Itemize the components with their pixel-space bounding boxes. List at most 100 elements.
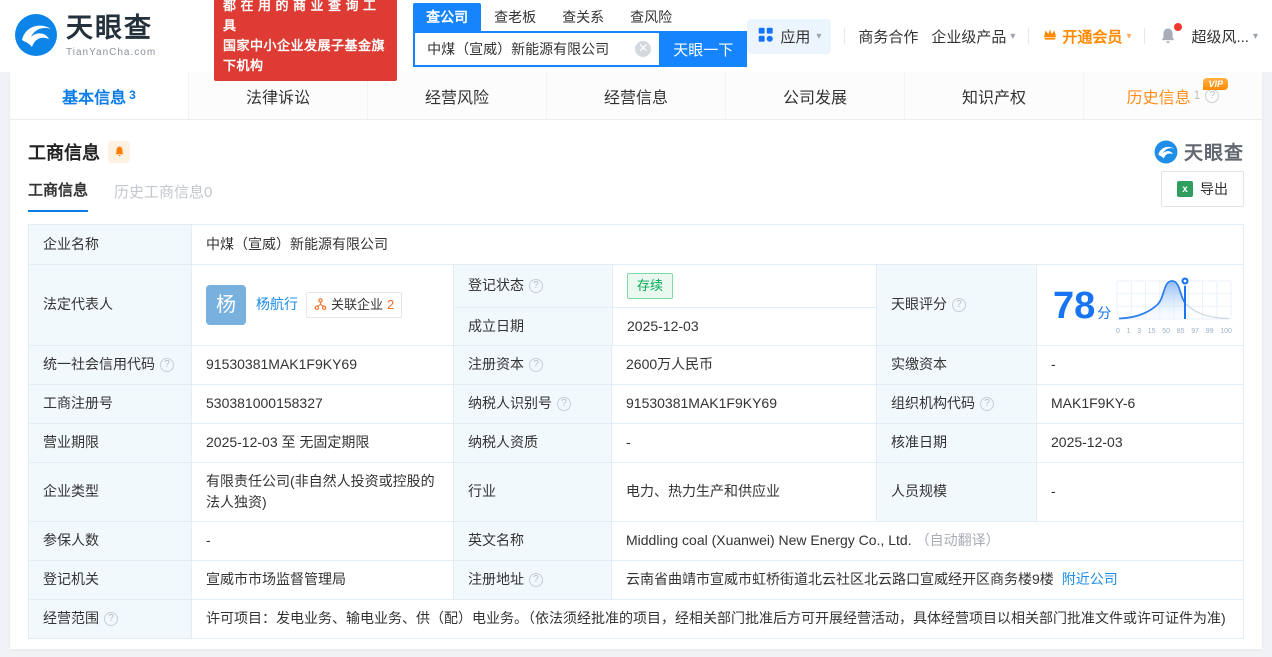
table-row: 经营范围? 许可项目：发电业务、输电业务、供（配）电业务。（依法须经批准的项目，… <box>29 598 1243 638</box>
staff-size-value: - <box>1036 462 1243 521</box>
credit-code-value: 91530381MAK1F9KY69 <box>191 345 453 384</box>
field-label: 登记状态 ? <box>454 265 612 307</box>
search-tab-company[interactable]: 查公司 <box>413 3 482 31</box>
field-label: 营业期限 <box>29 423 191 462</box>
menu-enterprise-products[interactable]: 企业级产品 ▾ <box>931 26 1015 47</box>
business-scope-value: 许可项目：发电业务、输电业务、供（配）电业务。（依法须经批准的项目，经相关部门批… <box>191 599 1243 638</box>
taxpayer-no-value: 91530381MAK1F9KY69 <box>611 384 876 423</box>
tab-history-info[interactable]: VIP 历史信息 1 ? <box>1083 72 1262 119</box>
score-cell[interactable]: 78 分 0 1 3 15 50 85 97 99 100 <box>1036 265 1243 345</box>
help-icon[interactable]: ? <box>980 396 994 411</box>
help-icon[interactable]: ? <box>952 297 966 312</box>
field-label: 统一社会信用代码? <box>29 345 191 384</box>
notification-dot <box>1174 23 1183 31</box>
search-button[interactable]: 天眼一下 <box>659 31 748 67</box>
table-row: 企业类型 有限责任公司(非自然人投资或控股的法人独资) 行业 电力、热力生产和供… <box>29 461 1243 521</box>
field-label: 经营范围? <box>29 599 191 638</box>
english-name-value: Middling coal (Xuanwei) New Energy Co., … <box>626 532 912 548</box>
field-label: 法定代表人 <box>29 265 191 345</box>
score-unit: 分 <box>1097 304 1112 321</box>
export-button[interactable]: 导出 <box>1161 171 1244 207</box>
related-companies-badge[interactable]: 关联企业 2 <box>306 292 403 318</box>
brand-domain: TianYanCha.com <box>66 46 157 58</box>
reg-status-cell: 存续 <box>612 265 876 307</box>
field-label: 登记机关 <box>29 560 191 599</box>
notification-bell-icon[interactable] <box>1158 23 1183 46</box>
apps-menu-label: 应用 <box>780 28 811 46</box>
tab-basic-label: 基本信息 <box>62 89 127 107</box>
watermark-text: 天眼查 <box>1183 143 1244 164</box>
clear-search-icon[interactable]: ✕ <box>635 41 652 57</box>
score-distribution-chart: 0 1 3 15 50 85 97 99 100 <box>1115 274 1233 338</box>
legal-rep-cell: 杨 杨航行 关联企业 2 <box>191 265 453 345</box>
chevron-down-icon: ▾ <box>1126 30 1132 42</box>
field-label: 人员规模 <box>876 462 1036 521</box>
menu-business-coop[interactable]: 商务合作 <box>858 26 918 47</box>
tab-operating-info[interactable]: 经营信息 <box>546 72 725 119</box>
tab-company-development[interactable]: 公司发展 <box>725 72 904 119</box>
apps-menu[interactable]: 应用 ▾ <box>747 18 832 54</box>
tianyancha-logo[interactable]: 天眼查 TianYanCha.com <box>14 13 204 60</box>
menu-super-risk[interactable]: 超级风... ▾ <box>1191 26 1258 47</box>
tab-development-label: 公司发展 <box>782 89 847 107</box>
help-icon[interactable]: ? <box>529 357 543 372</box>
help-icon[interactable]: ? <box>529 278 543 293</box>
excel-icon <box>1177 181 1193 197</box>
authority-value: 宣威市市场监督管理局 <box>191 560 453 599</box>
business-info-table: 企业名称 中煤（宣威）新能源有限公司 法定代表人 杨 杨航行 关联企业 2 登记… <box>28 224 1244 639</box>
legal-rep-link[interactable]: 杨航行 <box>256 294 298 315</box>
nearby-companies-link[interactable]: 附近公司 <box>1062 569 1118 590</box>
table-row: 营业期限 2025-12-03 至 无固定期限 纳税人资质 - 核准日期 202… <box>29 422 1243 462</box>
subtab-history-business-info[interactable]: 历史工商信息0 <box>114 181 212 212</box>
avatar[interactable]: 杨 <box>206 284 246 325</box>
section-title: 工商信息 <box>28 142 100 163</box>
search-tab-boss[interactable]: 查老板 <box>481 3 549 31</box>
search-input[interactable] <box>427 41 636 57</box>
help-icon[interactable]: ? <box>160 357 174 372</box>
export-label: 导出 <box>1200 181 1228 197</box>
insured-value: - <box>191 521 453 560</box>
field-label: 纳税人资质 <box>453 423 611 462</box>
address-value: 云南省曲靖市宣威市虹桥街道北云社区北云路口宣威经开区商务楼9楼 <box>626 571 1054 587</box>
brand-name: 天眼查 <box>66 12 153 43</box>
field-label: 注册地址? <box>453 560 611 599</box>
org-chart-icon <box>314 298 327 311</box>
help-icon[interactable]: ? <box>529 572 543 587</box>
table-row: 统一社会信用代码? 91530381MAK1F9KY69 注册资本? 2600万… <box>29 344 1243 384</box>
tianyancha-logo-icon <box>14 13 58 60</box>
tab-operation-label: 经营信息 <box>603 89 668 107</box>
field-label: 英文名称 <box>453 521 611 560</box>
field-label: 纳税人识别号? <box>453 384 611 423</box>
table-row: 参保人数 - 英文名称 Middling coal (Xuanwei) New … <box>29 520 1243 560</box>
slogan-line2: 国家中小企业发展子基金旗下机构 <box>222 38 385 74</box>
search-tab-relation[interactable]: 查关系 <box>549 3 617 31</box>
tab-basic-info[interactable]: 基本信息 3 <box>10 72 188 119</box>
related-label: 关联企业 <box>331 297 384 312</box>
subscribe-bell-icon[interactable] <box>108 140 130 163</box>
chevron-down-icon: ▾ <box>1010 30 1016 42</box>
address-cell: 云南省曲靖市宣威市虹桥街道北云社区北云路口宣威经开区商务楼9楼 附近公司 <box>611 560 1243 599</box>
tab-basic-count: 3 <box>129 87 136 102</box>
tab-risk-label: 经营风险 <box>424 89 489 107</box>
subtab-business-info[interactable]: 工商信息 <box>28 179 89 212</box>
help-icon[interactable]: ? <box>104 611 118 626</box>
company-detail-card: 基本信息 3 法律诉讼 经营风险 经营信息 公司发展 知识产权 VIP 历史信息… <box>10 72 1262 649</box>
tab-intellectual-property[interactable]: 知识产权 <box>904 72 1083 119</box>
status-badge: 存续 <box>627 273 674 299</box>
reg-status-label: 登记状态 <box>468 277 524 294</box>
slogan-banner: 都在用的商业查询工具 国家中小企业发展子基金旗下机构 <box>213 0 398 82</box>
auto-translate-note: （自动翻译） <box>915 532 1000 548</box>
field-label: 天眼评分 ? <box>876 265 1036 345</box>
field-label: 组织机构代码? <box>876 384 1036 423</box>
menu-open-vip[interactable]: 开通会员 ▾ <box>1042 26 1131 47</box>
taxpayer-qual-value: - <box>611 423 876 462</box>
field-label: 工商注册号 <box>29 384 191 423</box>
industry-value: 电力、热力生产和供应业 <box>611 462 876 521</box>
help-icon[interactable]: ? <box>1205 88 1220 103</box>
company-tab-bar: 基本信息 3 法律诉讼 经营风险 经营信息 公司发展 知识产权 VIP 历史信息… <box>10 72 1262 120</box>
search-tab-risk[interactable]: 查风险 <box>617 3 685 31</box>
help-icon[interactable]: ? <box>557 396 571 411</box>
slogan-line1: 都在用的商业查询工具 <box>222 0 381 33</box>
table-row: 登记机关 宣威市市场监督管理局 注册地址? 云南省曲靖市宣威市虹桥街道北云社区北… <box>29 559 1243 599</box>
chevron-down-icon: ▾ <box>816 30 822 42</box>
